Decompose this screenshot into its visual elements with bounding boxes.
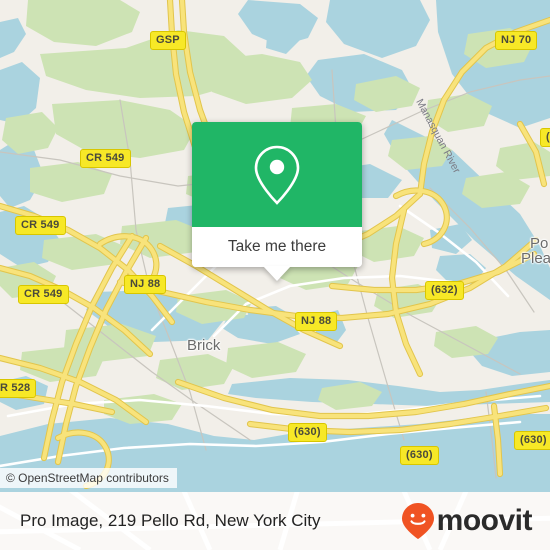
road-shield: R 528 — [0, 379, 37, 398]
road-shield: (630) — [514, 431, 550, 450]
map-pin-icon — [254, 145, 300, 205]
road-shield: (6 — [540, 128, 550, 147]
road-shield: NJ 88 — [124, 275, 167, 294]
moovit-logo[interactable]: moovit — [401, 502, 533, 540]
road-shield: CR 549 — [15, 216, 66, 235]
callout-pointer — [263, 266, 291, 281]
moovit-map-screenshot: GSP NJ 70 CR 549 CR 549 CR 549 NJ 88 NJ 88 (632… — [0, 0, 550, 550]
take-me-there-button[interactable]: Take me there — [192, 227, 362, 267]
footer-bar: Pro Image, 219 Pello Rd, New York City m… — [0, 492, 550, 550]
road-shield: (630) — [400, 446, 439, 465]
road-shield: NJ 88 — [295, 312, 338, 331]
map-canvas[interactable]: GSP NJ 70 CR 549 CR 549 CR 549 NJ 88 NJ 88 (632… — [0, 0, 550, 492]
road-shield: NJ 70 — [495, 31, 538, 50]
osm-attribution[interactable]: © OpenStreetMap contributors — [0, 468, 177, 488]
take-me-there-label: Take me there — [227, 238, 327, 255]
road-shield: GSP — [150, 31, 186, 50]
place-label: Brick — [187, 337, 221, 354]
place-label: Plea — [521, 250, 550, 267]
moovit-wordmark: moovit — [436, 504, 533, 537]
location-callout-card[interactable]: Take me there — [192, 122, 362, 281]
moovit-smiley-pin-icon — [401, 503, 434, 539]
road-shield: CR 549 — [80, 149, 131, 168]
callout-header — [192, 122, 362, 227]
road-shield: CR 549 — [18, 285, 69, 304]
road-shield: (632) — [425, 281, 464, 300]
location-address: Pro Image, 219 Pello Rd, New York City — [20, 511, 321, 530]
road-shield: (630) — [288, 423, 327, 442]
